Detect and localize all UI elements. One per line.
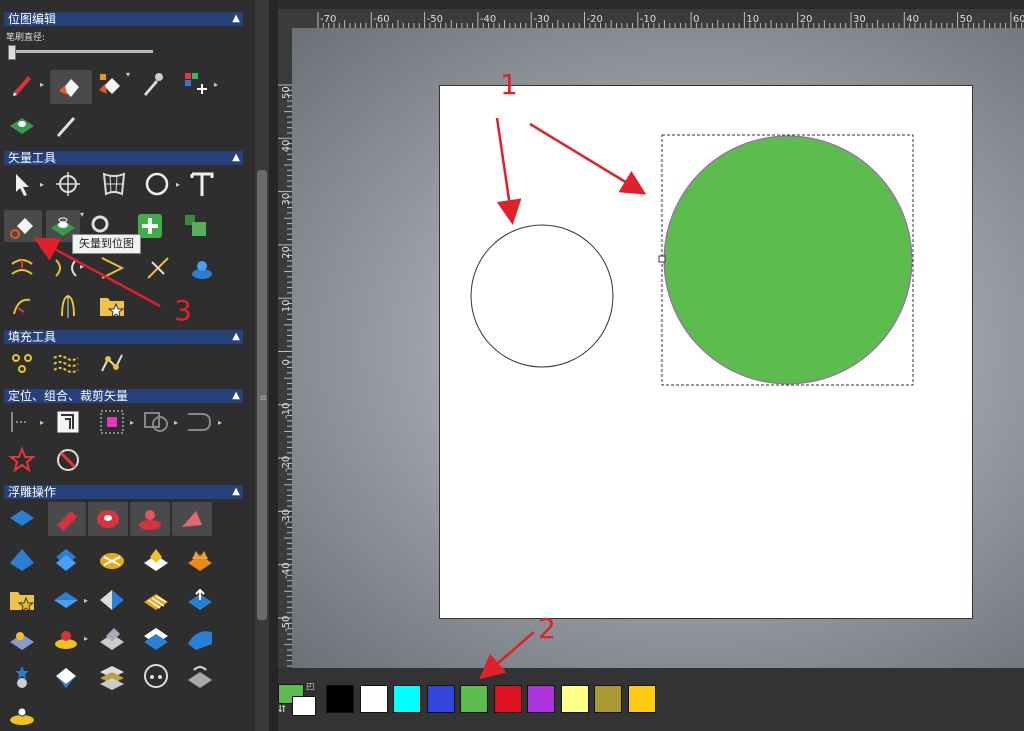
app-window: 位图编辑 ▲ 笔刷直径: ▸ ▾ ▸ 矢量工具 ▲ ▸ ▸ ▾ 矢量到位图 ▸ …	[0, 0, 1024, 731]
annotation-arrow-1b	[529, 122, 647, 195]
annotation-label-1: 1	[500, 68, 518, 101]
annotation-arrow-2	[479, 631, 535, 680]
annotation-label-3: 3	[174, 294, 192, 327]
annotation-arrow-3	[33, 237, 161, 308]
annotation-arrow-1a	[495, 117, 522, 225]
annotation-overlay	[33, 117, 647, 680]
annotation-label-2: 2	[538, 612, 556, 645]
